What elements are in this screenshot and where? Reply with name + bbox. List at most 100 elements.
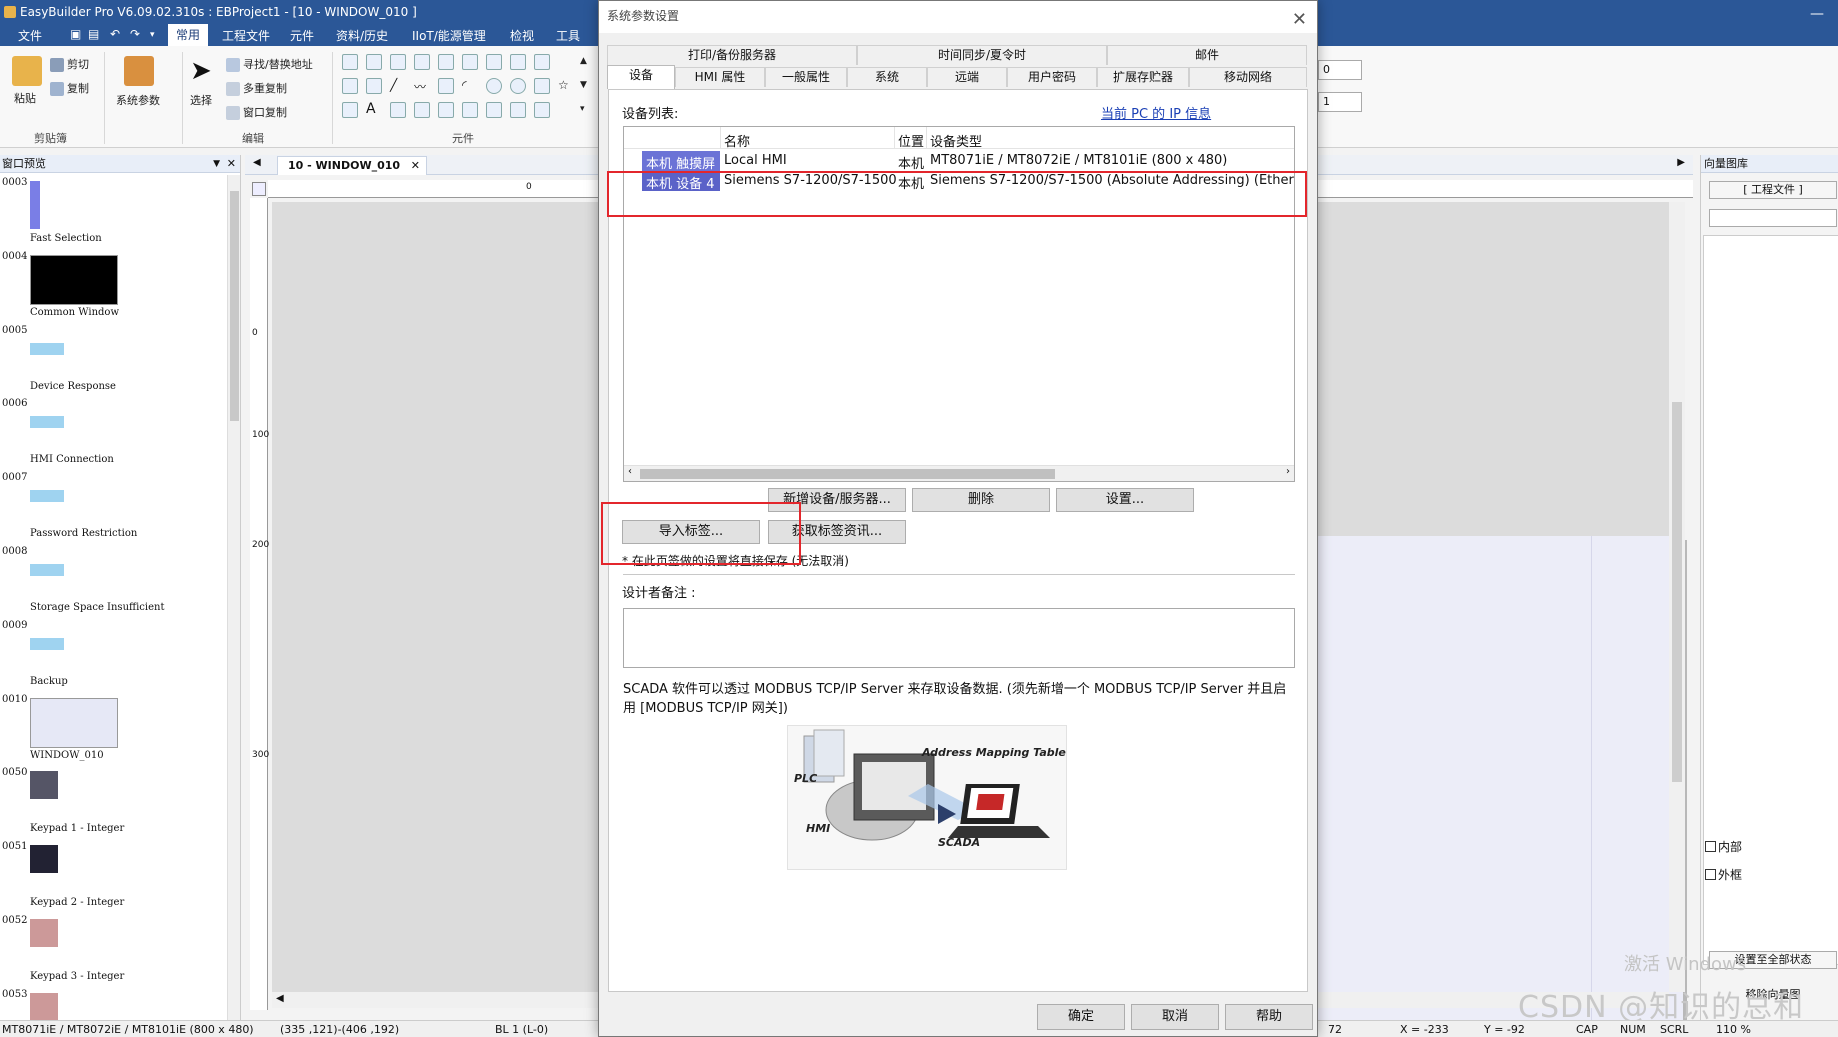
picture-icon[interactable] <box>390 102 406 118</box>
vector-gallery[interactable] <box>1703 235 1838 965</box>
tab-time-sync[interactable]: 时间同步/夏令时 <box>857 45 1107 65</box>
preview-scrollbar[interactable] <box>227 175 240 1020</box>
pc-ip-info-link[interactable]: 当前 PC 的 IP 信息 <box>1101 103 1211 122</box>
rectangle-icon[interactable] <box>534 78 550 94</box>
ok-button[interactable]: 确定 <box>1037 1004 1125 1030</box>
preview-item-caption[interactable]: Password Restriction <box>30 528 137 539</box>
ascii-icon[interactable] <box>366 78 382 94</box>
menu-file[interactable]: 文件 <box>18 27 42 44</box>
device-row-local-hmi[interactable]: 本机 触摸屏 Local HMI 本机 MT8071iE / MT8072iE … <box>624 151 1294 172</box>
preview-thumbnail[interactable] <box>30 697 118 748</box>
tab-close-icon[interactable]: ✕ <box>411 157 420 175</box>
panel-dropdown-icon[interactable]: ▼ <box>213 155 220 173</box>
select-button[interactable]: 选择 <box>190 92 212 108</box>
polyline-icon[interactable]: 〰 <box>414 78 430 94</box>
multi-copy-button[interactable]: 多重复制 <box>226 80 287 96</box>
tab-extended-memory[interactable]: 扩展存贮器 <box>1097 67 1189 87</box>
preview-thumbnail[interactable] <box>30 181 40 229</box>
scroll-right-icon[interactable]: › <box>1286 466 1290 477</box>
set-word-icon[interactable] <box>486 54 502 70</box>
tab-scroll-right-icon[interactable]: ▶ <box>1677 157 1685 168</box>
dialog-close-icon[interactable]: ✕ <box>1292 5 1307 35</box>
menu-view[interactable]: 检视 <box>510 27 534 44</box>
arc-icon[interactable]: ◜ <box>462 78 478 94</box>
quick-access-dropdown-icon[interactable]: ▾ <box>150 30 155 40</box>
set-bit-icon[interactable] <box>462 54 478 70</box>
quick-save-all-icon[interactable]: ▤ <box>88 27 99 41</box>
scroll-left-icon[interactable]: ‹ <box>628 466 632 477</box>
redo-icon[interactable]: ↷ <box>130 27 140 41</box>
preview-item-caption[interactable]: Device Response <box>30 381 116 392</box>
tab-scroll-left-icon[interactable]: ◀ <box>253 157 261 168</box>
tab-email[interactable]: 邮件 <box>1107 45 1307 65</box>
preview-thumbnail[interactable] <box>30 254 118 305</box>
tab-remote[interactable]: 远端 <box>927 67 1007 87</box>
delete-device-button[interactable]: 删除 <box>912 488 1050 512</box>
menu-data-history[interactable]: 资料/历史 <box>336 27 388 44</box>
select-pointer-icon[interactable]: ➤ <box>190 56 220 86</box>
device-list-scroll-thumb[interactable] <box>640 469 1055 479</box>
gallery-scroll-up[interactable]: ▲ <box>580 56 587 66</box>
frame-checkbox[interactable]: 外框 <box>1705 866 1742 883</box>
option-list-icon[interactable] <box>534 54 550 70</box>
window-copy-button[interactable]: 窗口复制 <box>226 104 287 120</box>
copy-button[interactable]: 复制 <box>50 80 89 96</box>
circle-icon[interactable] <box>486 78 502 94</box>
shape-icon[interactable] <box>534 102 550 118</box>
preview-thumbnail[interactable] <box>30 637 64 650</box>
gallery-scroll-down[interactable]: ▼ <box>580 80 587 90</box>
menu-project[interactable]: 工程文件 <box>222 27 270 44</box>
tank-icon[interactable] <box>486 102 502 118</box>
tab-mobile-network[interactable]: 移动网络 <box>1189 67 1307 87</box>
preview-thumbnail[interactable] <box>30 992 58 1021</box>
hscroll-left-icon[interactable]: ◀ <box>276 993 284 1004</box>
menu-objects[interactable]: 元件 <box>290 27 314 44</box>
preview-thumbnail[interactable] <box>30 845 58 874</box>
tab-window-010[interactable]: 10 - WINDOW_010 ✕ <box>277 156 427 175</box>
spin-input-1[interactable]: 0 <box>1318 60 1362 80</box>
preview-thumbnail[interactable] <box>30 564 64 576</box>
preview-thumbnail[interactable] <box>30 416 64 429</box>
slider-icon[interactable] <box>510 54 526 70</box>
preview-item-caption[interactable]: WINDOW_010 <box>30 750 104 761</box>
find-replace-button[interactable]: 寻找/替换地址 <box>226 56 313 72</box>
bit-lamp-icon[interactable] <box>342 54 358 70</box>
preview-thumbnail[interactable] <box>30 490 64 503</box>
tab-user-password[interactable]: 用户密码 <box>1007 67 1097 87</box>
frame-icon[interactable] <box>414 102 430 118</box>
col-name[interactable]: 名称 <box>724 131 750 150</box>
system-params-icon[interactable] <box>124 56 154 86</box>
menu-home[interactable]: 常用 <box>168 24 209 46</box>
help-button[interactable]: 帮助 <box>1225 1004 1313 1030</box>
inner-checkbox[interactable]: 内部 <box>1705 838 1742 855</box>
device-list-hscrollbar[interactable]: ‹ › <box>624 465 1294 481</box>
panel-close-icon[interactable]: ✕ <box>227 155 236 173</box>
project-file-button[interactable]: [ 工程文件 ] <box>1709 181 1837 199</box>
preview-thumbnail[interactable] <box>30 919 58 947</box>
function-key-icon[interactable] <box>438 54 454 70</box>
preview-item-caption[interactable]: Storage Space Insufficient <box>30 602 164 613</box>
star-icon[interactable]: ☆ <box>558 78 574 94</box>
tab-hmi-attributes[interactable]: HMI 属性 <box>675 67 765 87</box>
preview-item-caption[interactable]: Keypad 2 - Integer <box>30 897 124 908</box>
tab-general[interactable]: 一般属性 <box>765 67 847 87</box>
col-location[interactable]: 位置 <box>898 131 924 150</box>
inner-checkbox-box[interactable] <box>1705 841 1716 852</box>
preview-item-caption[interactable]: Fast Selection <box>30 233 102 244</box>
dots-icon[interactable] <box>342 102 358 118</box>
bulb-icon[interactable] <box>462 102 478 118</box>
quick-save-icon[interactable]: ▣ <box>70 27 81 41</box>
minimize-icon[interactable]: — <box>1810 2 1824 26</box>
preview-item-caption[interactable]: Keypad 3 - Integer <box>30 971 124 982</box>
preview-thumbnail[interactable] <box>30 342 64 355</box>
paste-button[interactable]: 粘贴 <box>14 90 36 106</box>
cancel-button[interactable]: 取消 <box>1131 1004 1219 1030</box>
paste-icon[interactable] <box>12 56 42 86</box>
tab-system[interactable]: 系统 <box>847 67 927 87</box>
preview-item-caption[interactable]: HMI Connection <box>30 454 114 465</box>
gallery-expand[interactable]: ▾ <box>580 104 585 114</box>
tab-device[interactable]: 设备 <box>607 65 675 89</box>
preview-scroll-thumb[interactable] <box>230 191 239 421</box>
vector-search-field[interactable] <box>1709 209 1837 227</box>
line-icon[interactable]: ╱ <box>390 78 406 94</box>
